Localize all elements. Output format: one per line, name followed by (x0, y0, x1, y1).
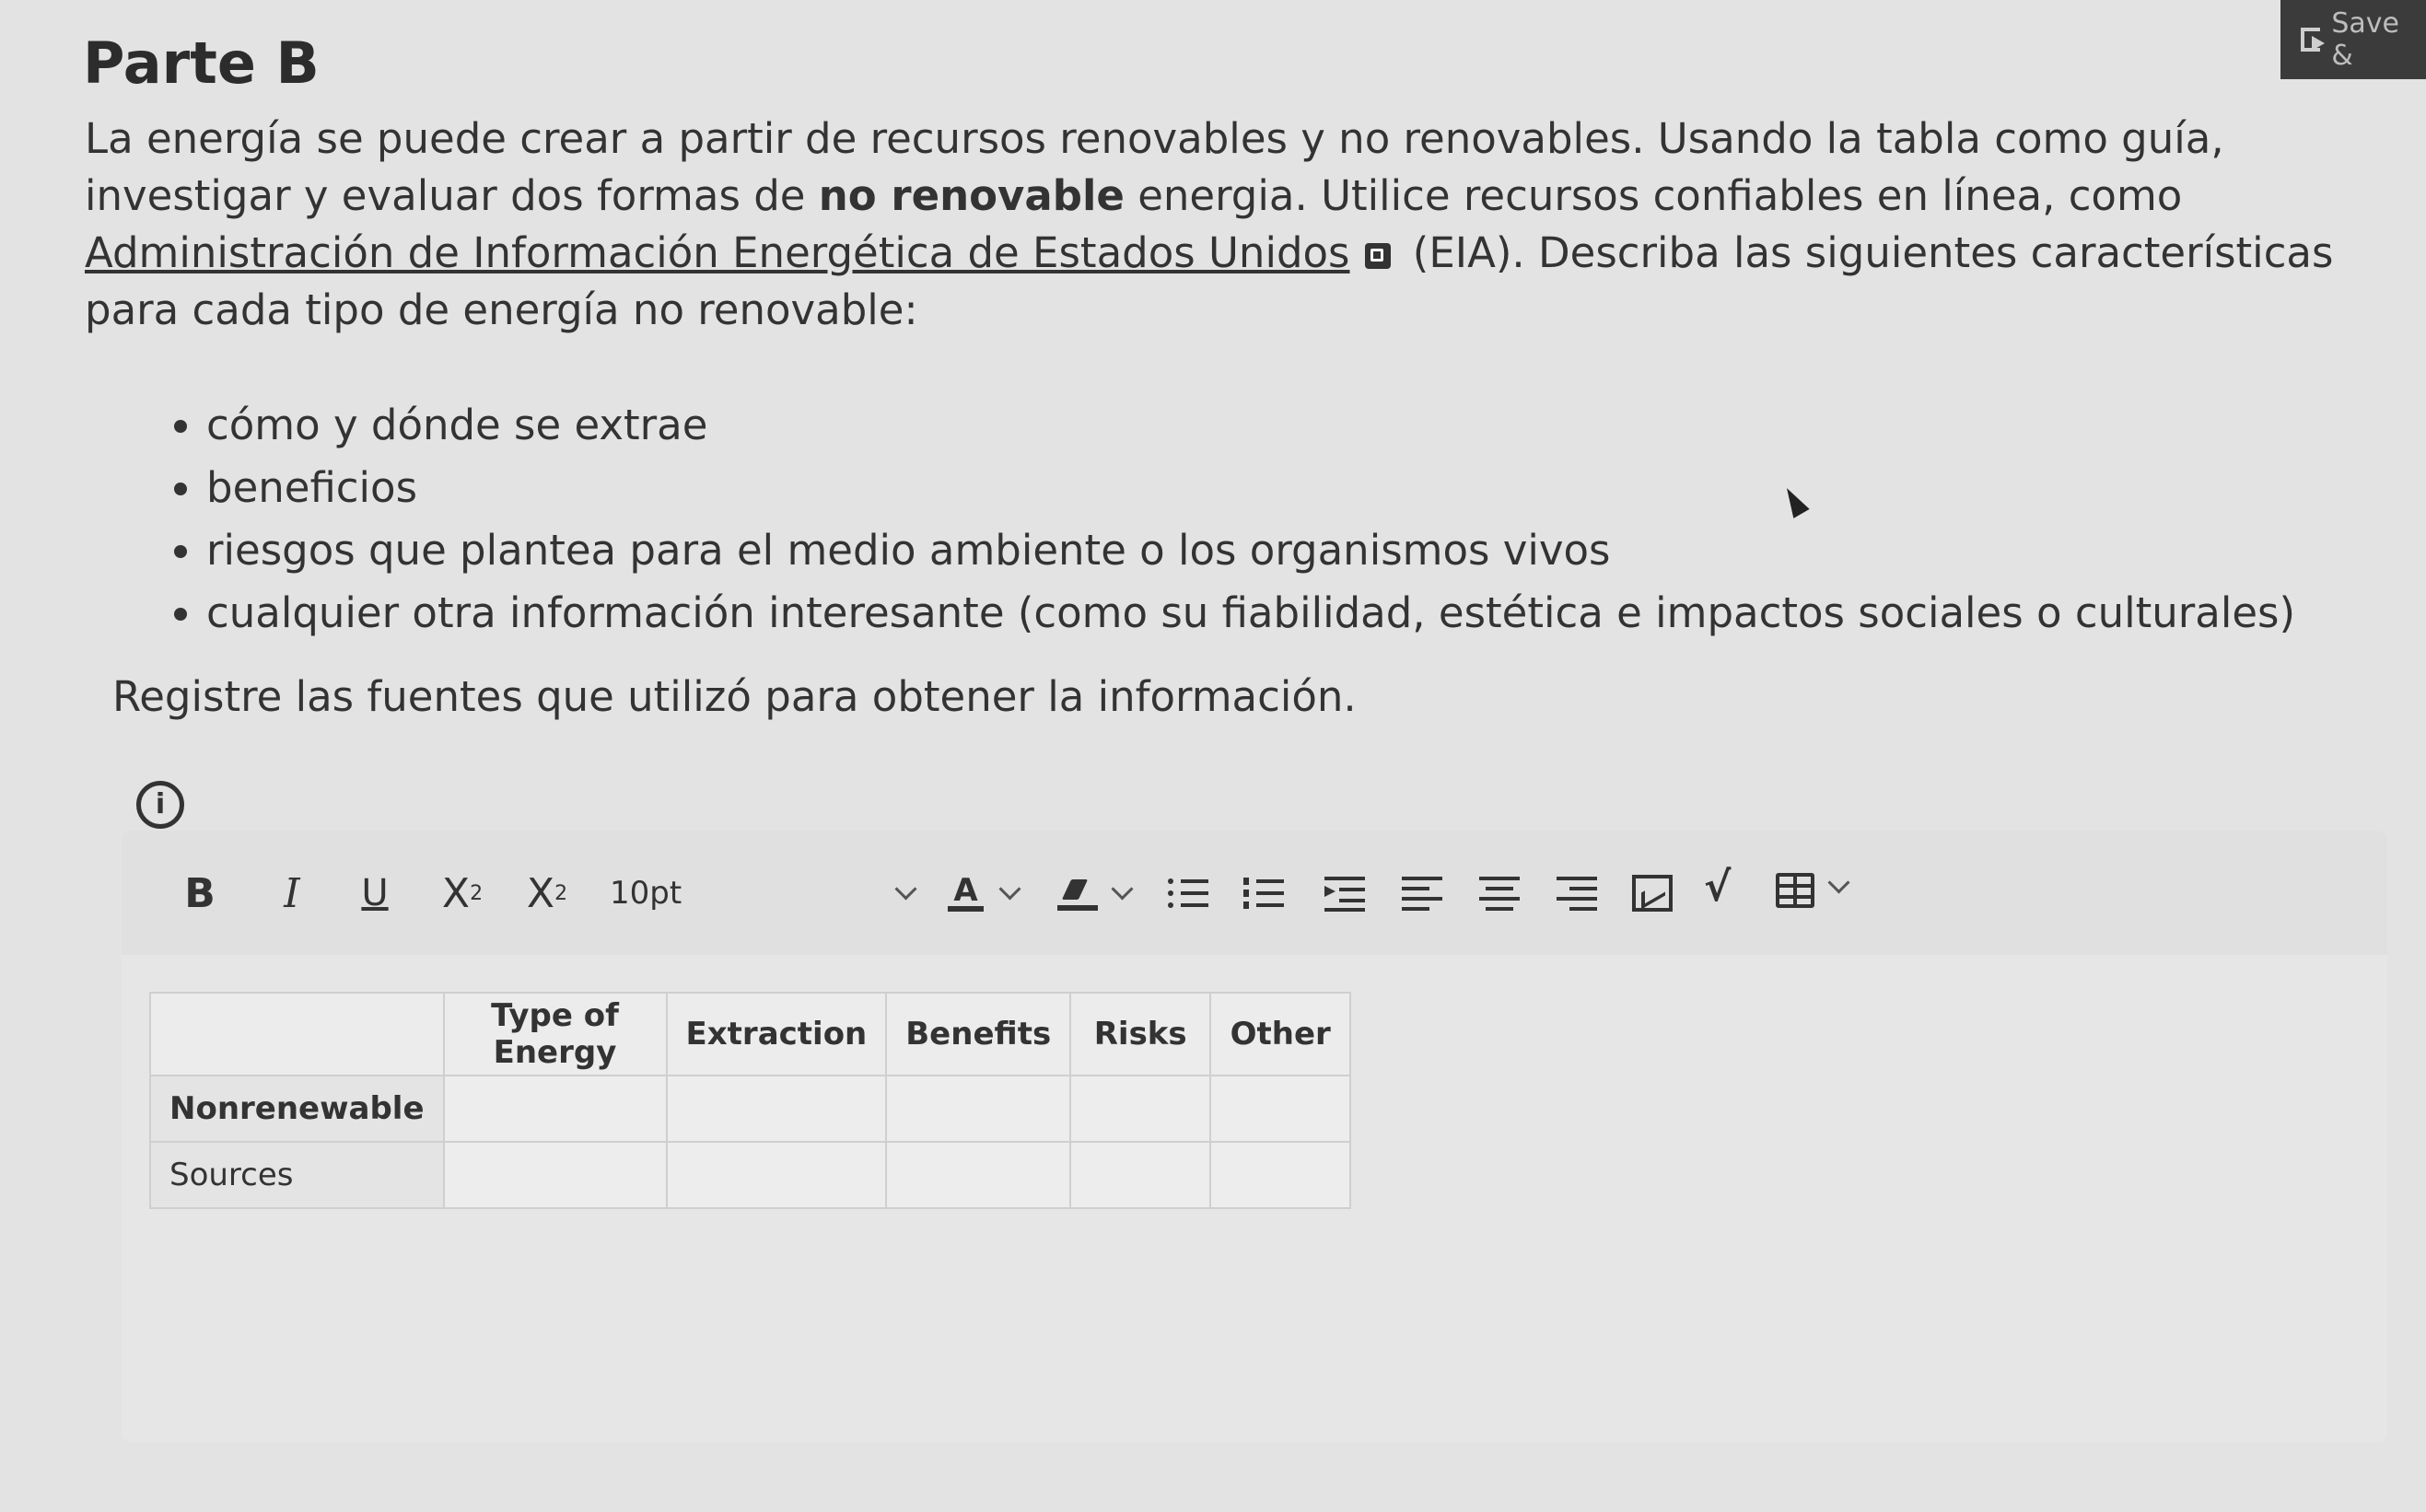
table-header-cell: Risks (1069, 992, 1212, 1076)
sources-instruction: Registre las fuentes que utilizó para ob… (112, 672, 1357, 721)
table-cell[interactable] (442, 1141, 668, 1209)
insert-image-icon[interactable] (1632, 875, 1673, 912)
table-header-cell: Type of Energy (442, 992, 668, 1076)
font-size-select[interactable]: 10pt (610, 866, 917, 921)
table-header-cell: Benefits (885, 992, 1072, 1076)
bold-button[interactable]: B (177, 866, 223, 921)
list-item: cómo y dónde se extrae (206, 394, 2295, 457)
table-row-header: Nonrenewable (149, 1075, 445, 1143)
list-item: riesgos que plantea para el medio ambien… (206, 519, 2295, 582)
external-link-icon (1364, 243, 1391, 269)
page-title: Parte B (83, 29, 320, 97)
align-left-icon[interactable] (1402, 875, 1442, 912)
font-color-button[interactable]: A (932, 866, 1033, 921)
chevron-down-icon (998, 877, 1021, 901)
table-cell[interactable] (665, 1075, 888, 1143)
rich-text-editor: B I U X2 X2 10pt A √ Type of Energy Extr… (122, 831, 2387, 1442)
save-exit-icon (2301, 28, 2326, 52)
subscript-button[interactable]: X2 (519, 866, 575, 921)
superscript-base: X (441, 869, 471, 917)
indent-icon[interactable] (1324, 875, 1365, 912)
table-row: Nonrenewable (149, 1075, 1352, 1143)
save-button-label: Save & (2331, 7, 2399, 72)
list-item: cualquier otra información interesante (… (206, 582, 2295, 645)
table-cell[interactable] (885, 1075, 1072, 1143)
table-cell[interactable] (1069, 1141, 1212, 1209)
save-button[interactable]: Save & (2280, 0, 2426, 79)
insert-table-icon[interactable] (1776, 873, 1814, 908)
characteristics-list: cómo y dónde se extrae beneficios riesgo… (166, 394, 2295, 645)
superscript-exp: 2 (470, 881, 484, 905)
table-cell[interactable] (665, 1141, 888, 1209)
table-row-header: Sources (149, 1141, 445, 1209)
table-cell[interactable] (1209, 1075, 1352, 1143)
table-cell[interactable] (885, 1141, 1072, 1209)
editor-toolbar: B I U X2 X2 10pt A √ (122, 831, 2387, 955)
bullet-list-icon[interactable] (1168, 875, 1208, 912)
table-header-cell (149, 992, 445, 1076)
table-header-cell: Extraction (665, 992, 888, 1076)
font-size-value: 10pt (610, 875, 682, 912)
font-color-icon: A (948, 875, 984, 912)
table-cell[interactable] (1209, 1141, 1352, 1209)
subscript-base: X (526, 869, 555, 917)
numbered-list-icon[interactable] (1243, 875, 1284, 912)
table-header-cell: Other (1209, 992, 1352, 1076)
highlight-button[interactable] (1043, 866, 1144, 921)
instructions-paragraph: La energía se puede crear a partir de re… (85, 110, 2406, 339)
info-icon[interactable]: i (136, 781, 184, 829)
underline-button[interactable]: U (352, 866, 398, 921)
eia-link[interactable]: Administración de Información Energética… (85, 228, 1350, 277)
table-header-row: Type of Energy Extraction Benefits Risks… (149, 992, 1352, 1076)
chevron-down-icon[interactable] (1827, 871, 1850, 894)
table-cell[interactable] (1069, 1075, 1212, 1143)
list-item: beneficios (206, 457, 2295, 519)
align-center-icon[interactable] (1479, 875, 1520, 912)
chevron-down-icon (894, 877, 917, 901)
table-row: Sources (149, 1141, 1352, 1209)
energy-table[interactable]: Type of Energy Extraction Benefits Risks… (149, 992, 1352, 1209)
align-right-icon[interactable] (1557, 875, 1597, 912)
table-cell[interactable] (442, 1075, 668, 1143)
math-equation-icon[interactable]: √ (1704, 864, 1731, 911)
intro-bold-text: no renovable (818, 171, 1125, 220)
editor-content[interactable]: Type of Energy Extraction Benefits Risks… (122, 955, 2387, 1442)
highlighter-icon (1056, 879, 1098, 911)
superscript-button[interactable]: X2 (435, 866, 490, 921)
intro-text-2: energia. Utilice recursos confiables en … (1124, 171, 2183, 220)
chevron-down-icon (1110, 877, 1134, 901)
italic-button[interactable]: I (269, 866, 315, 921)
subscript-exp: 2 (554, 881, 568, 905)
